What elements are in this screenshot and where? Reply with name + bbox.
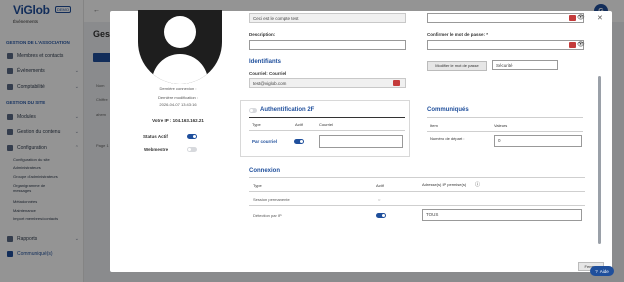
connexion-row-label: Session permanente (253, 197, 290, 202)
help-circle-icon[interactable]: ⓘ (475, 181, 480, 188)
connexion-title: Connexion (249, 168, 280, 174)
identifiants-title: Identifiants (249, 59, 282, 65)
twofa-title: Authentification 2F (260, 107, 315, 113)
twofa-col-actif: Actif (295, 122, 303, 127)
last-modification-label: Dernière modification : (157, 95, 199, 100)
courriel-field[interactable]: test@viglob.com (249, 78, 406, 88)
webmestre-label: Webmestre (144, 147, 169, 152)
securite-field[interactable]: Sécurité (492, 60, 558, 70)
email-icon[interactable] (393, 80, 400, 86)
communiques-col-item: Item (430, 123, 438, 128)
connexion-col-type: Type (253, 183, 262, 188)
key-icon[interactable] (569, 15, 576, 21)
confirm-password-label: Confirmer le mot de passe: * (427, 32, 489, 37)
twofa-col-type: Type (252, 122, 261, 127)
divider (249, 191, 585, 192)
divider (249, 177, 585, 178)
last-connection-label: Dernière connexion : (159, 86, 197, 91)
help-button-label: Aide (599, 268, 609, 274)
ip-allowed-field[interactable]: TOUS (422, 209, 582, 221)
divider (249, 130, 405, 131)
eye-icon[interactable]: 👁 (577, 41, 585, 48)
modify-password-button[interactable]: Modifier le mot de passe (427, 61, 487, 71)
communiques-title: Communiqués (427, 107, 469, 113)
twofa-courriel-input[interactable] (319, 135, 403, 148)
status-toggle[interactable] (187, 134, 197, 139)
divider (427, 131, 583, 132)
help-icon: ? (595, 268, 598, 274)
numero-depart-label: Numéro de départ : (430, 136, 465, 141)
connexion-row-label: Détection par IP (253, 213, 282, 218)
last-modification-value: 2026-04-07 13:43:16 (159, 102, 197, 107)
detection-ip-toggle[interactable] (376, 213, 386, 218)
twofa-row-type: Par courriel (252, 139, 278, 144)
password-field[interactable] (427, 13, 584, 23)
divider (427, 117, 583, 118)
modal-scrollbar[interactable] (598, 76, 601, 244)
key-icon[interactable] (569, 42, 576, 48)
help-button[interactable]: ? Aide (590, 266, 614, 276)
divider (249, 117, 405, 118)
courriel-label: Courriel: Courriel (249, 71, 287, 76)
twofa-actif-toggle[interactable] (294, 139, 304, 144)
status-label: Status Actif (143, 134, 168, 139)
description-label: Description: (249, 32, 276, 37)
ip-address: Votre IP : 104.163.162.21 (152, 118, 204, 123)
session-permanente-value: ○ (378, 197, 381, 202)
description-field[interactable] (249, 40, 406, 50)
connexion-col-actif: Actif (376, 183, 384, 188)
top-text-field[interactable]: Ceci est le compte test (249, 13, 406, 23)
numero-depart-field[interactable]: 0 (494, 135, 582, 147)
confirm-password-field[interactable] (427, 40, 584, 50)
connexion-col-ip: Adresse(s) IP permise(s) (422, 182, 467, 187)
eye-icon[interactable]: 👁 (577, 14, 585, 21)
twofa-collapse-icon[interactable] (249, 108, 257, 113)
divider (249, 205, 585, 206)
close-icon[interactable]: ✕ (597, 14, 603, 22)
webmestre-toggle[interactable] (187, 147, 197, 152)
twofa-col-courriel: Courriel (319, 122, 334, 127)
communiques-col-valeurs: Valeurs (494, 123, 508, 128)
